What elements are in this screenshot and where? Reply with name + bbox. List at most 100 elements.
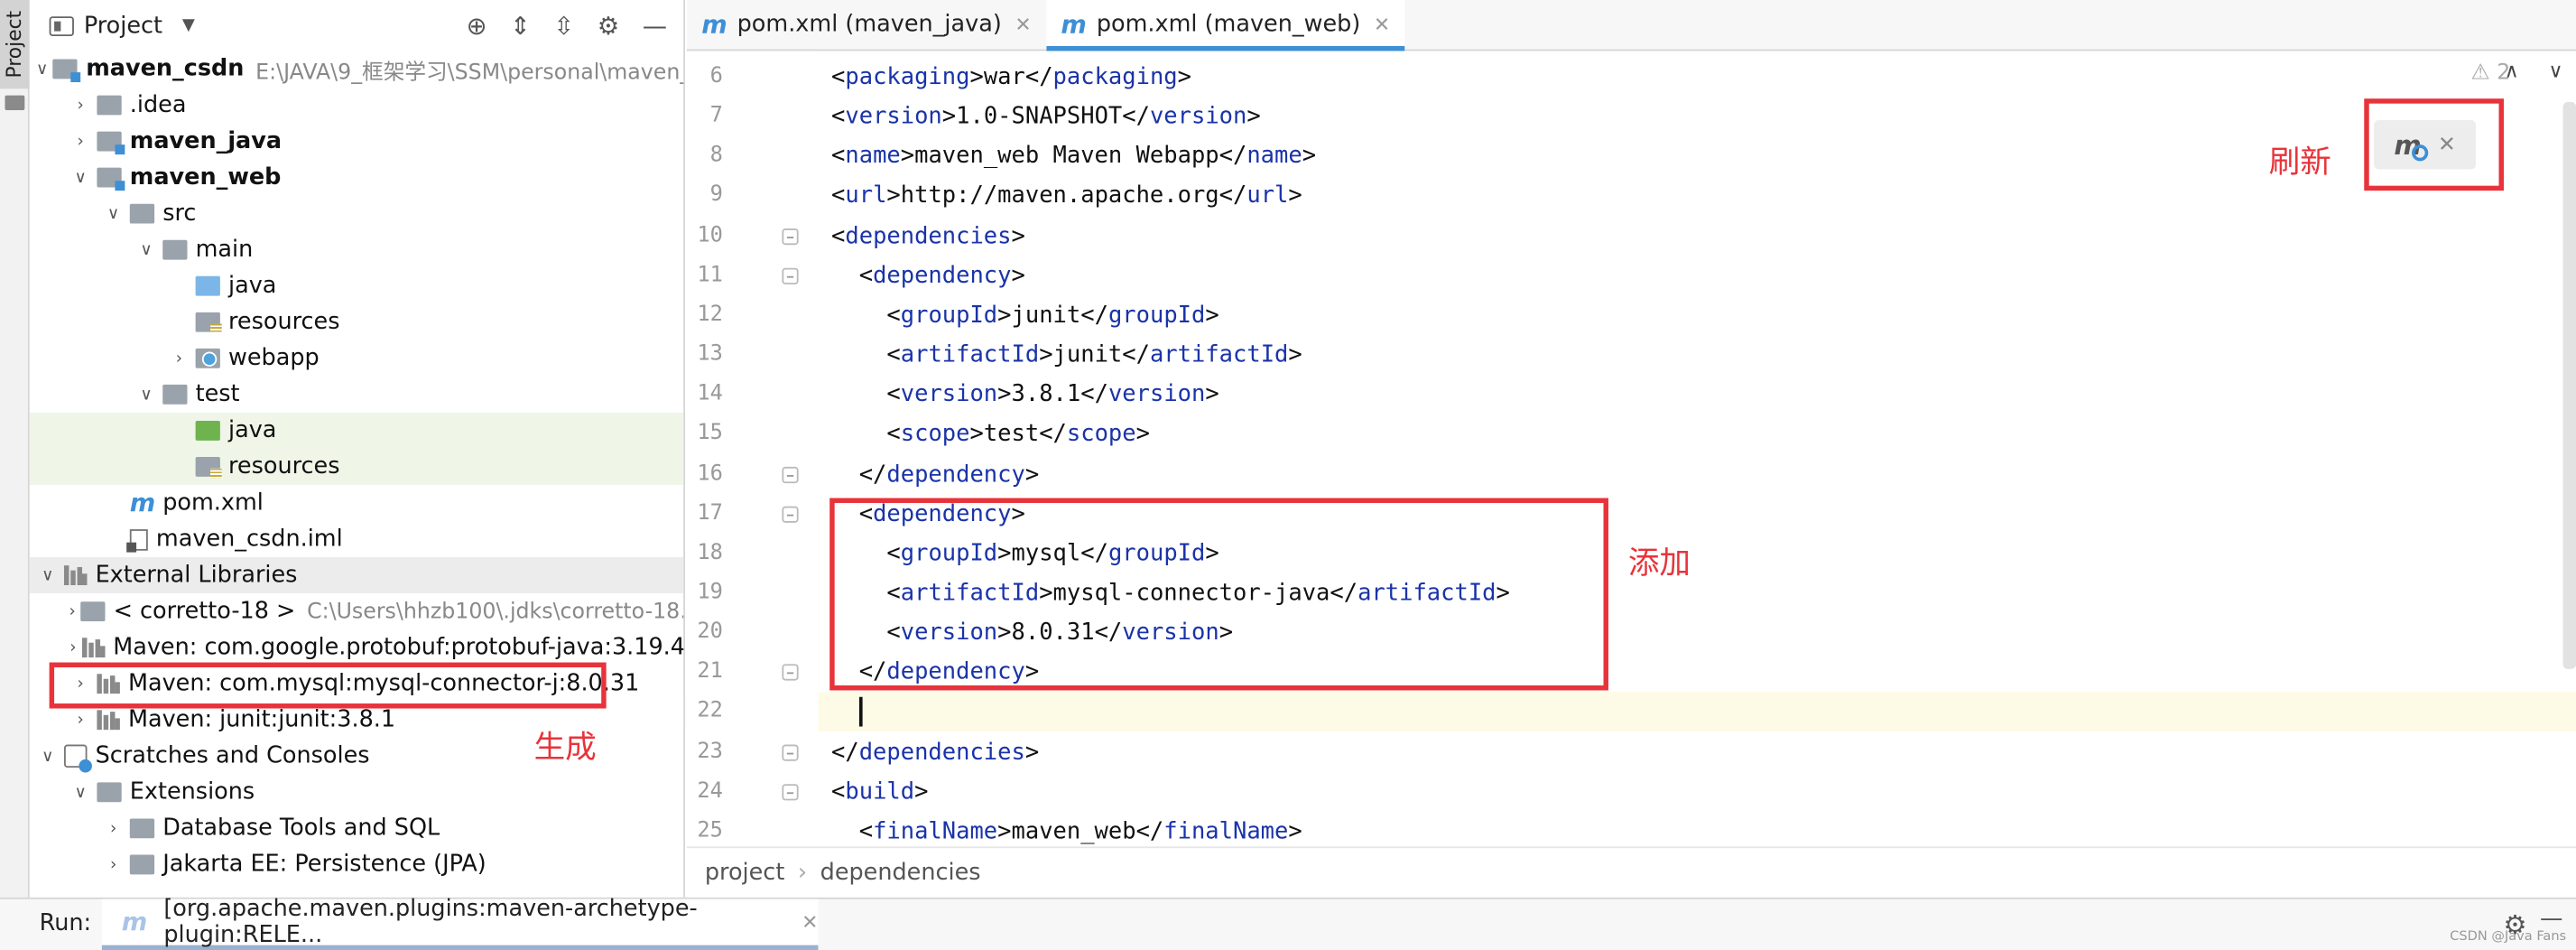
code-token: <: [886, 421, 901, 448]
folder-icon: [195, 457, 222, 479]
chevron-down-icon[interactable]: ▼: [182, 16, 195, 34]
tree-item-label: .idea: [129, 91, 187, 119]
code-token: >: [1205, 381, 1219, 408]
chevron-right-icon[interactable]: ›: [168, 349, 190, 368]
code-token: >: [941, 103, 957, 131]
xml-tag-name: url: [1246, 182, 1289, 210]
tree-item-extensions[interactable]: ∨ Extensions: [30, 774, 683, 810]
breadcrumb: project › dependencies: [686, 846, 2576, 897]
annotation-box-generated-library: [49, 662, 607, 709]
xml-tag-name: name: [845, 143, 901, 171]
tree-item-label: maven_web: [129, 164, 282, 191]
chevron-right-icon[interactable]: ›: [69, 133, 91, 151]
tree-item-test[interactable]: ∨ test: [30, 377, 683, 413]
annotation-label-generated: 生成: [533, 730, 597, 767]
code-token: <: [831, 778, 846, 806]
chevron-down-icon[interactable]: ∨: [134, 386, 157, 404]
chevron-down-icon[interactable]: ∨: [36, 60, 48, 78]
tree-item-maven-csdn-iml[interactable]: maven_csdn.iml: [30, 521, 683, 557]
xml-tag-name: dependencies: [858, 739, 1025, 766]
chevron-down-icon[interactable]: ∨: [36, 566, 59, 584]
annotation-box-refresh: [2364, 98, 2504, 191]
gear-icon[interactable]: ⚙: [598, 11, 619, 41]
chevron-right-icon[interactable]: ›: [69, 96, 91, 114]
expand-all-icon[interactable]: ⇕: [510, 11, 531, 41]
chevron-right-icon[interactable]: ›: [69, 638, 77, 657]
code-token: >: [1135, 421, 1150, 448]
tree-item-webapp[interactable]: › webapp: [30, 340, 683, 377]
library-icon: [81, 638, 106, 658]
close-icon[interactable]: ✕: [1015, 14, 1031, 36]
project-tool-tab[interactable]: Project: [0, 0, 30, 89]
editor-area: m pom.xml (maven_java) ✕ m pom.xml (mave…: [686, 0, 2576, 898]
text-caret: [858, 697, 863, 728]
xml-tag-name: dependency: [886, 461, 1025, 488]
xml-tag-name: build: [845, 778, 915, 806]
chevron-right-icon[interactable]: ›: [102, 855, 125, 873]
tree-item-idea[interactable]: › .idea: [30, 87, 683, 123]
tree-item-label: Database Tools and SQL: [162, 815, 440, 842]
scratches-icon: [63, 744, 92, 773]
tree-item-corretto[interactable]: › < corretto-18 > C:\Users\hhzb100\.jdks\c…: [30, 593, 683, 629]
tree-item-maven-java[interactable]: › maven_java: [30, 124, 683, 160]
xml-tag-name: packaging: [1052, 63, 1178, 91]
code-token: >: [1302, 143, 1317, 171]
close-icon[interactable]: ✕: [802, 910, 818, 933]
chevron-down-icon[interactable]: ∨: [69, 783, 91, 801]
code-token: </: [1219, 143, 1247, 171]
tree-item-label: Scratches and Consoles: [95, 742, 370, 769]
tree-item-main-java[interactable]: java: [30, 268, 683, 304]
chevron-down-icon[interactable]: ∨: [69, 169, 91, 187]
breadcrumb-item[interactable]: dependencies: [820, 860, 981, 886]
chevron-down-icon[interactable]: ∨: [36, 747, 59, 765]
tree-item-label: resources: [228, 453, 340, 480]
tree-item-database-tools[interactable]: › Database Tools and SQL: [30, 810, 683, 846]
tree-item-src[interactable]: ∨ src: [30, 196, 683, 232]
xml-tag-name: name: [1246, 143, 1302, 171]
folder-icon: [129, 818, 155, 839]
locate-icon[interactable]: ⊕: [467, 11, 487, 41]
tree-item-maven-web[interactable]: ∨ maven_web: [30, 160, 683, 196]
tree-item-protobuf[interactable]: › Maven: com.google.protobuf:protobuf-jav…: [30, 629, 683, 666]
code-token: </: [1080, 302, 1108, 329]
xml-tag-name: packaging: [845, 63, 970, 91]
code-token: <: [831, 63, 846, 91]
left-tool-stripe: Project: [0, 0, 30, 898]
chevron-down-icon[interactable]: ∨: [102, 205, 125, 223]
tree-item-test-resources[interactable]: resources: [29, 448, 684, 485]
chevron-right-icon[interactable]: ›: [69, 602, 75, 620]
chevron-right-icon[interactable]: ›: [69, 711, 91, 729]
tree-root-maven-csdn[interactable]: ∨ maven_csdn E:\JAVA\9_框架学习\SSM\personal\m…: [30, 51, 683, 87]
folder-icon: [97, 782, 122, 803]
tab-pom-maven-java[interactable]: m pom.xml (maven_java) ✕: [687, 0, 1046, 50]
code-token: >: [1024, 739, 1040, 766]
code-line: < artifactId > junit </artifactId >: [831, 335, 1302, 375]
tree-item-external-libraries[interactable]: ∨ External Libraries: [29, 557, 684, 594]
tree-item-test-java[interactable]: java: [29, 412, 684, 449]
breadcrumb-item[interactable]: project: [705, 860, 784, 886]
code-token: >: [1288, 818, 1302, 845]
tree-item-main[interactable]: ∨ main: [30, 232, 683, 268]
chevron-down-icon[interactable]: ∨: [134, 241, 157, 259]
run-tab[interactable]: m [org.apache.maven.plugins:maven-archet…: [101, 896, 818, 950]
tree-item-label: main: [195, 237, 254, 264]
folder-icon[interactable]: [5, 95, 25, 110]
code-token: junit: [1011, 302, 1081, 329]
close-icon[interactable]: ✕: [1374, 14, 1390, 36]
code-line: < url > http://maven.apache.org </url >: [831, 177, 1302, 217]
project-panel-title[interactable]: Project: [84, 13, 162, 39]
collapse-all-icon[interactable]: ⇳: [553, 11, 574, 41]
editor-scrollbar[interactable]: [2562, 101, 2576, 669]
chevron-down-icon[interactable]: ∨: [2548, 60, 2562, 82]
project-view-icon: [49, 15, 74, 36]
tree-item-pom-xml[interactable]: m pom.xml: [30, 485, 683, 521]
minimize-icon[interactable]: —: [643, 11, 667, 41]
tree-item-main-resources[interactable]: resources: [30, 304, 683, 340]
code-token: </: [1122, 103, 1150, 131]
tree-item-jakarta-ee[interactable]: › Jakarta EE: Persistence (JPA): [30, 846, 683, 882]
chevron-right-icon[interactable]: ›: [102, 819, 125, 837]
chevron-up-icon[interactable]: ∧: [2505, 60, 2519, 82]
annotation-box-added-dependency: [829, 498, 1608, 691]
tab-pom-maven-web[interactable]: m pom.xml (maven_web) ✕: [1046, 0, 1406, 51]
